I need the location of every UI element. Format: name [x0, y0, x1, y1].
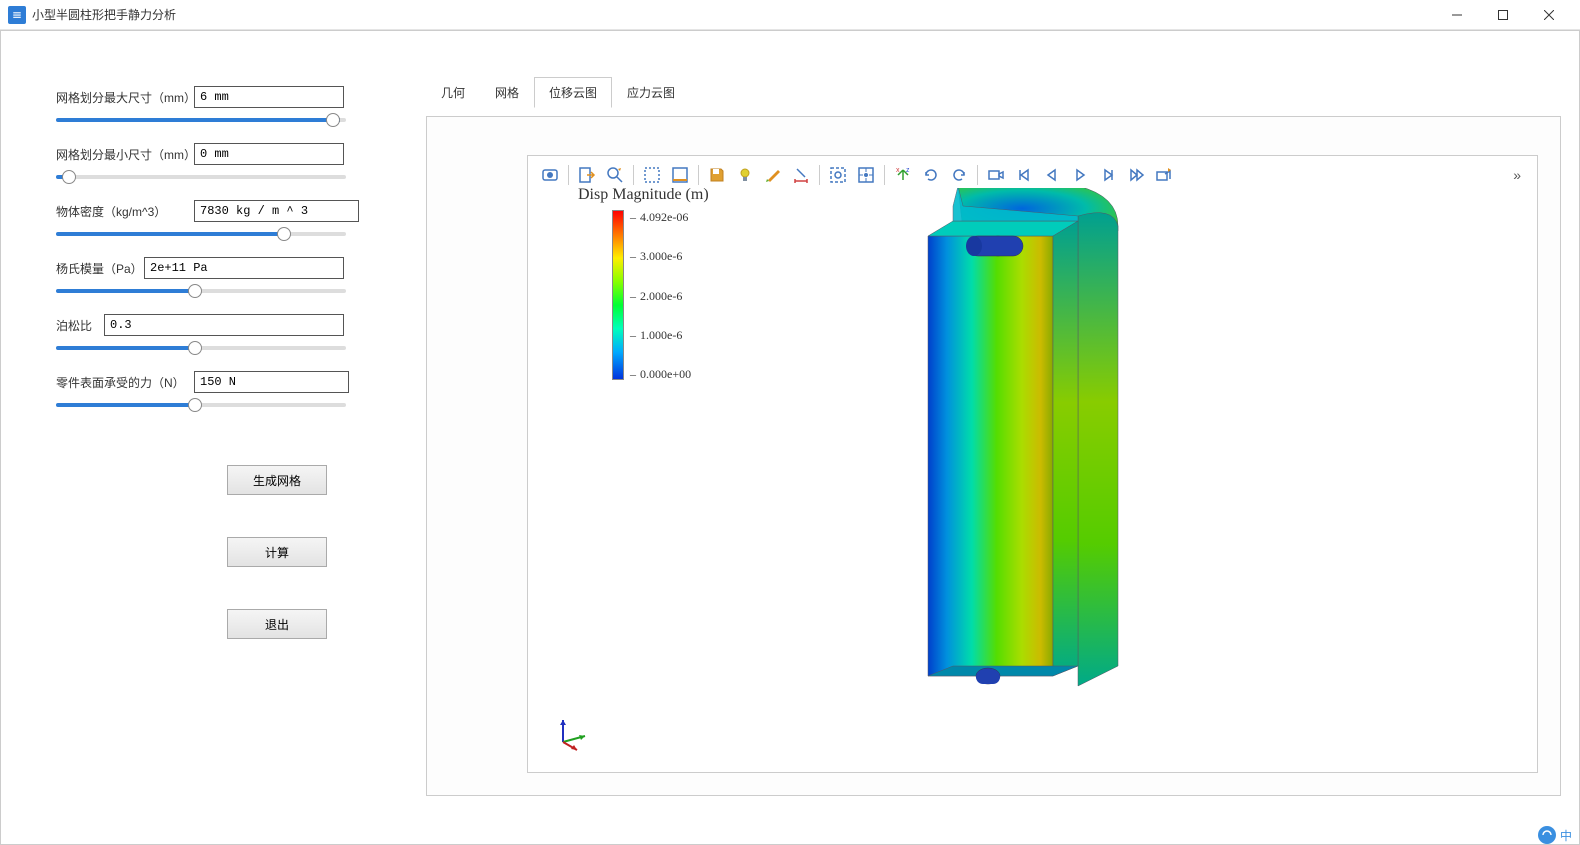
poisson-label: 泊松比: [56, 317, 104, 334]
legend-tick: 2.000e-6: [630, 289, 691, 304]
parameters-panel: 网格划分最大尺寸（mm） 网格划分最小尺寸（mm） 物体密度（kg/m^3） 杨…: [1, 31, 426, 844]
density-slider[interactable]: [56, 232, 346, 236]
tab-displacement[interactable]: 位移云图: [534, 77, 612, 108]
maximize-button[interactable]: [1480, 0, 1526, 30]
window-controls: [1434, 0, 1572, 30]
rotate-cw-icon[interactable]: [947, 163, 971, 187]
toolbar-separator: [977, 165, 978, 185]
tab-stress[interactable]: 应力云图: [612, 77, 690, 108]
max-mesh-slider[interactable]: [56, 118, 346, 122]
next-icon[interactable]: [1096, 163, 1120, 187]
prev-icon[interactable]: [1040, 163, 1064, 187]
titlebar: 小型半圆柱形把手静力分析: [0, 0, 1580, 30]
youngs-input[interactable]: [144, 257, 344, 279]
viewport-toolbar: xz »: [534, 162, 1531, 188]
export-anim-icon[interactable]: [1152, 163, 1176, 187]
toolbar-separator: [698, 165, 699, 185]
poisson-slider[interactable]: [56, 346, 346, 350]
force-input[interactable]: [194, 371, 349, 393]
view-panel: 几何 网格 位移云图 应力云图: [426, 31, 1579, 844]
dimension-icon[interactable]: [789, 163, 813, 187]
zoom-fit-icon[interactable]: [603, 163, 627, 187]
min-mesh-input[interactable]: [194, 143, 344, 165]
legend-tick: 1.000e-6: [630, 328, 691, 343]
rotate-ccw-icon[interactable]: [919, 163, 943, 187]
app-icon: [8, 6, 26, 24]
legend-tick: 4.092e-06: [630, 210, 691, 225]
select-box-icon[interactable]: [640, 163, 664, 187]
legend-color-bar: [612, 210, 624, 380]
legend-labels: 4.092e-06 3.000e-6 2.000e-6 1.000e-6 0.0…: [630, 210, 691, 382]
ime-text: 中: [1560, 827, 1572, 844]
first-icon[interactable]: [1012, 163, 1036, 187]
legend: Disp Magnitude (m) 4.092e-06 3.000e-6 2.…: [578, 186, 709, 382]
main-container: 网格划分最大尺寸（mm） 网格划分最小尺寸（mm） 物体密度（kg/m^3） 杨…: [0, 30, 1580, 845]
toolbar-separator: [633, 165, 634, 185]
youngs-slider[interactable]: [56, 289, 346, 293]
force-label: 零件表面承受的力（N）: [56, 374, 194, 391]
legend-tick: 0.000e+00: [630, 367, 691, 382]
min-mesh-slider[interactable]: [56, 175, 346, 179]
ime-indicator: 中: [1530, 825, 1580, 845]
last-icon[interactable]: [1124, 163, 1148, 187]
svg-text:z: z: [906, 167, 910, 174]
target-icon[interactable]: [854, 163, 878, 187]
viewport-content[interactable]: xz » Disp Magnitude (m): [527, 155, 1538, 773]
max-mesh-label: 网格划分最大尺寸（mm）: [56, 89, 194, 106]
axis-triad-icon: [553, 712, 593, 752]
tab-mesh[interactable]: 网格: [480, 77, 534, 108]
rotate-axis-icon[interactable]: xz: [891, 163, 915, 187]
brush-icon[interactable]: [761, 163, 785, 187]
density-label: 物体密度（kg/m^3）: [56, 203, 194, 220]
density-input[interactable]: [194, 200, 359, 222]
exit-button[interactable]: 退出: [227, 609, 327, 639]
light-icon[interactable]: [733, 163, 757, 187]
svg-text:x: x: [896, 167, 900, 174]
viewport: xz » Disp Magnitude (m): [426, 116, 1561, 796]
screenshot-icon[interactable]: [538, 163, 562, 187]
toolbar-separator: [568, 165, 569, 185]
tab-geometry[interactable]: 几何: [426, 77, 480, 108]
select-region-icon[interactable]: [668, 163, 692, 187]
generate-mesh-button[interactable]: 生成网格: [227, 465, 327, 495]
window-title: 小型半圆柱形把手静力分析: [32, 6, 176, 23]
play-icon[interactable]: [1068, 163, 1092, 187]
poisson-input[interactable]: [104, 314, 344, 336]
toolbar-separator: [819, 165, 820, 185]
force-slider[interactable]: [56, 403, 346, 407]
ime-icon: [1538, 826, 1556, 844]
max-mesh-input[interactable]: [194, 86, 344, 108]
calculate-button[interactable]: 计算: [227, 537, 327, 567]
legend-tick: 3.000e-6: [630, 249, 691, 264]
export-icon[interactable]: [575, 163, 599, 187]
camera-icon[interactable]: [984, 163, 1008, 187]
min-mesh-label: 网格划分最小尺寸（mm）: [56, 146, 194, 163]
save-view-icon[interactable]: [705, 163, 729, 187]
close-button[interactable]: [1526, 0, 1572, 30]
legend-title: Disp Magnitude (m): [578, 186, 709, 204]
tabs: 几何 网格 位移云图 应力云图: [426, 77, 1561, 108]
toolbar-separator: [884, 165, 885, 185]
youngs-label: 杨氏模量（Pa）: [56, 260, 144, 277]
model-3d-view[interactable]: [818, 176, 1198, 716]
minimize-button[interactable]: [1434, 0, 1480, 30]
toolbar-overflow-icon[interactable]: »: [1507, 167, 1527, 183]
fit-window-icon[interactable]: [826, 163, 850, 187]
